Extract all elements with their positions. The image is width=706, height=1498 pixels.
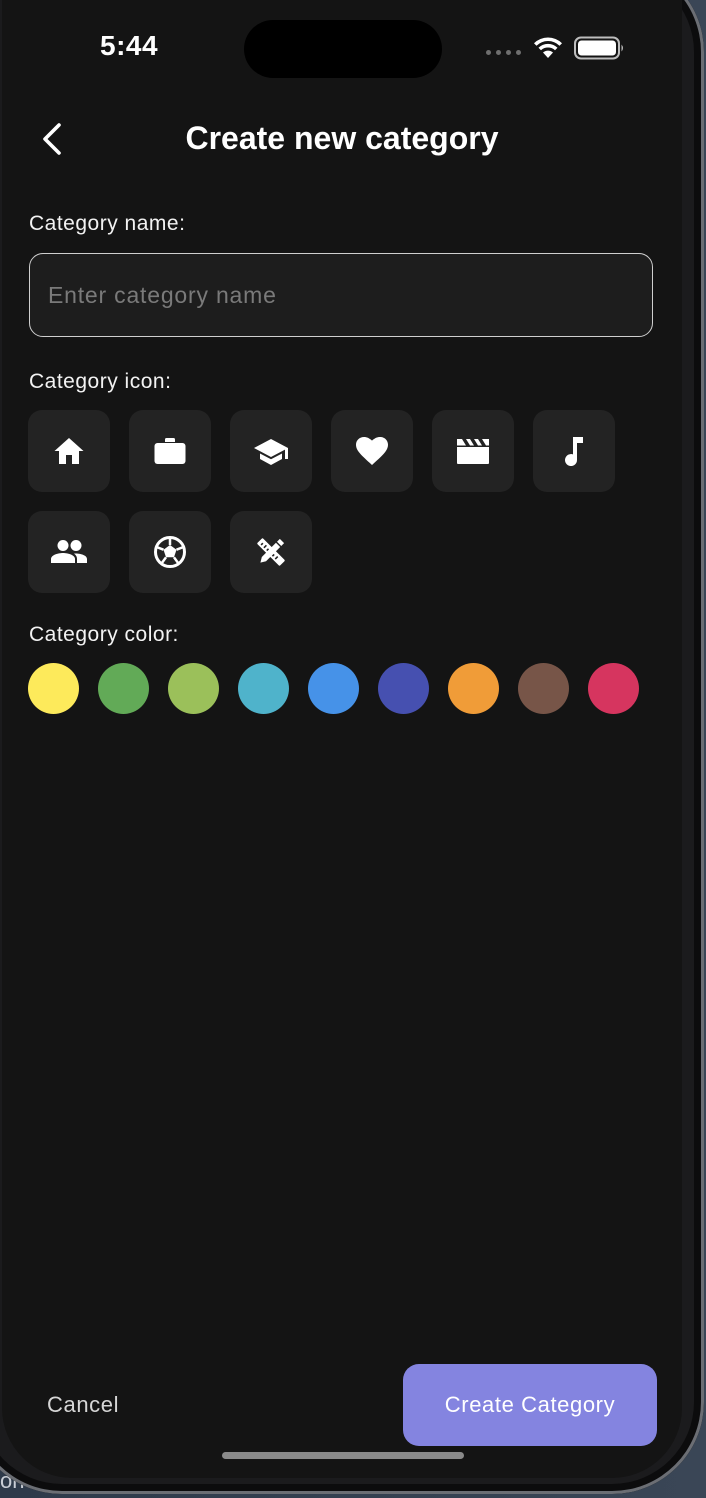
category-name-label: Category name: <box>29 212 186 235</box>
home-icon <box>54 438 84 464</box>
create-category-button[interactable]: Create Category <box>403 1364 657 1446</box>
people-icon <box>51 540 87 563</box>
dynamic-island <box>244 20 442 78</box>
color-swatch-blue[interactable] <box>308 663 359 714</box>
category-color-label: Category color: <box>29 623 179 646</box>
graduation-cap-icon <box>254 439 288 465</box>
icon-option-music[interactable] <box>533 410 615 492</box>
heart-icon <box>356 437 388 465</box>
color-swatch-brown[interactable] <box>518 663 569 714</box>
color-swatch-indigo[interactable] <box>378 663 429 714</box>
color-swatch-yellow[interactable] <box>28 663 79 714</box>
music-note-icon <box>565 437 583 467</box>
wifi-icon <box>534 37 562 58</box>
icon-option-design[interactable] <box>230 511 312 593</box>
color-swatch-row <box>28 663 639 714</box>
app-screen: 5:44 Create new category Category name: … <box>2 0 682 1478</box>
category-name-input[interactable] <box>29 253 653 337</box>
icon-option-health[interactable] <box>331 410 413 492</box>
icon-option-education[interactable] <box>230 410 312 492</box>
soccer-ball-icon <box>154 536 186 568</box>
page-title: Create new category <box>185 120 499 156</box>
color-swatch-light-green[interactable] <box>168 663 219 714</box>
cellular-signal-icon <box>486 50 521 55</box>
color-swatch-orange[interactable] <box>448 663 499 714</box>
design-tools-icon <box>257 538 285 566</box>
icon-option-movies[interactable] <box>432 410 514 492</box>
cancel-button[interactable]: Cancel <box>47 1392 119 1418</box>
home-indicator <box>222 1452 464 1459</box>
clapperboard-icon <box>457 439 489 464</box>
briefcase-icon <box>154 438 186 464</box>
color-swatch-cyan[interactable] <box>238 663 289 714</box>
icon-option-sports[interactable] <box>129 511 211 593</box>
color-swatch-pink[interactable] <box>588 663 639 714</box>
icon-option-social[interactable] <box>28 511 110 593</box>
battery-icon <box>574 36 623 60</box>
icon-grid <box>28 410 648 593</box>
status-time: 5:44 <box>100 30 159 61</box>
color-swatch-green[interactable] <box>98 663 149 714</box>
category-icon-label: Category icon: <box>29 370 172 393</box>
icon-option-work[interactable] <box>129 410 211 492</box>
icon-option-home[interactable] <box>28 410 110 492</box>
